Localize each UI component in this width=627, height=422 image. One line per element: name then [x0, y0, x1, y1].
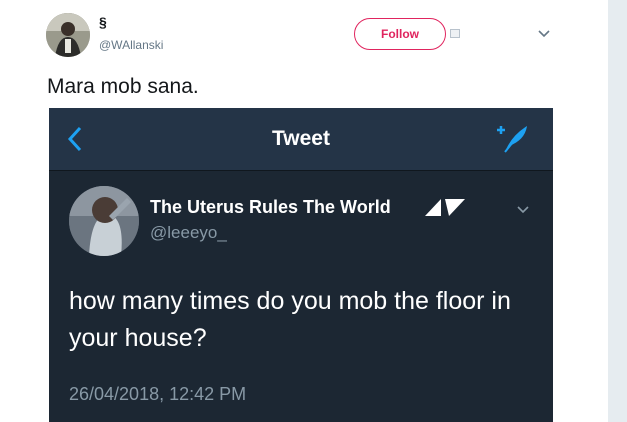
embedded-timestamp: 26/04/2018, 12:42 PM [69, 384, 247, 404]
follow-button[interactable]: Follow [354, 18, 446, 50]
embedded-header: Tweet [49, 108, 553, 171]
embedded-handle: @leeeyo_ [150, 223, 227, 242]
right-scroll-area [608, 0, 627, 422]
small-badge-icon [450, 29, 460, 38]
embedded-header-title: Tweet [272, 127, 330, 150]
handle[interactable]: @WAllanski [99, 38, 163, 52]
embedded-chevron-down-icon [516, 203, 530, 221]
triangle-logo-icon [423, 197, 467, 222]
embedded-tweet-body: how many times do you mob the floor in y… [69, 287, 511, 352]
avatar[interactable] [46, 13, 90, 57]
avatar-photo [46, 13, 90, 57]
embedded-avatar [69, 186, 139, 256]
display-name[interactable]: § [99, 14, 107, 30]
embedded-screenshot: Tweet The Uterus Rules The World @leeeyo… [49, 108, 553, 422]
embedded-display-name: The Uterus Rules The World [150, 197, 391, 217]
tweet-text: Mara mob sana. [47, 75, 199, 98]
chevron-down-icon[interactable] [537, 26, 551, 45]
compose-feather-icon [495, 122, 531, 161]
